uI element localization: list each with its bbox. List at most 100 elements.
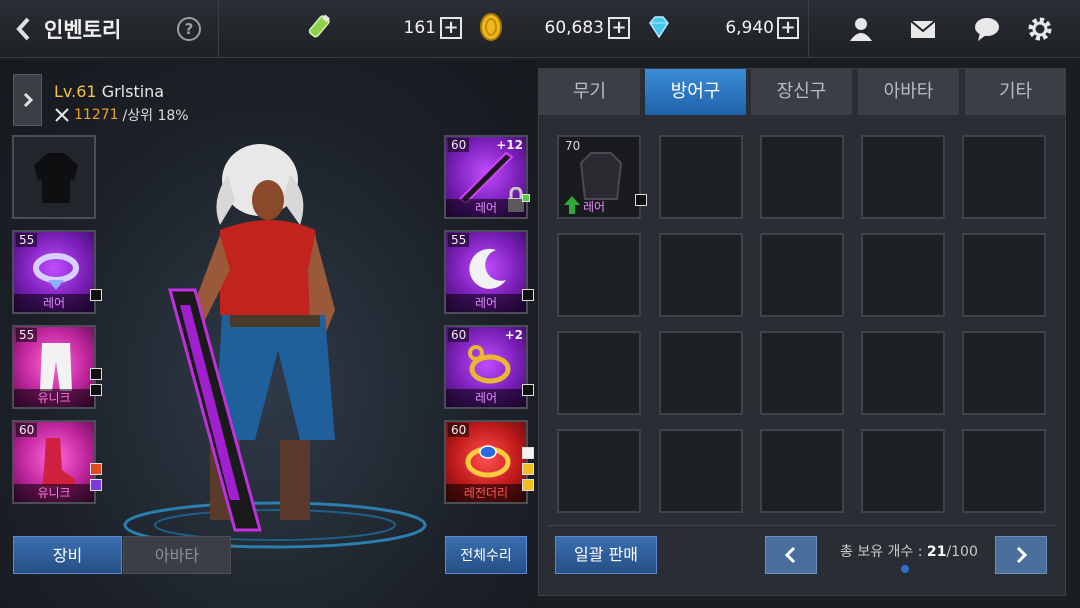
item-rarity: 유니크 bbox=[14, 389, 94, 407]
inventory-slot-empty[interactable] bbox=[760, 135, 844, 219]
settings-gear-icon[interactable] bbox=[1026, 15, 1054, 43]
boots-slot[interactable]: 60 유니크 bbox=[12, 420, 96, 504]
item-level: 60 bbox=[448, 423, 470, 437]
socket-yellow-gem bbox=[522, 463, 534, 475]
gold-value: 60,683 bbox=[544, 18, 604, 38]
inventory-slot-empty[interactable] bbox=[557, 429, 641, 513]
character-info-button[interactable] bbox=[13, 74, 42, 126]
inventory-slot-empty[interactable] bbox=[557, 233, 641, 317]
character-level: Lv.61 bbox=[54, 82, 97, 101]
item-rarity: 레어 bbox=[446, 199, 526, 217]
stamina-potion-icon bbox=[308, 14, 330, 38]
inventory-slot-empty[interactable] bbox=[962, 135, 1046, 219]
inventory-item[interactable]: 70 레어 bbox=[557, 135, 641, 219]
character-model bbox=[123, 144, 427, 549]
inventory-slot-empty[interactable] bbox=[659, 429, 743, 513]
necklace-slot[interactable]: 55 레어 bbox=[12, 230, 96, 314]
ring-slot[interactable]: 60 +2 레어 bbox=[444, 325, 528, 409]
add-stamina-button[interactable]: + bbox=[440, 17, 462, 39]
equip-tab[interactable]: 장비 bbox=[13, 536, 122, 574]
gold-coin-icon bbox=[480, 13, 502, 41]
inventory-slot-empty[interactable] bbox=[659, 135, 743, 219]
character-level-name: Lv.61 Grlstina bbox=[54, 82, 164, 101]
prev-page-button[interactable] bbox=[765, 536, 817, 574]
jeweled-ring-icon bbox=[465, 445, 511, 478]
item-rarity: 레어 bbox=[446, 294, 526, 312]
weapon-slot[interactable]: 60 +12 레어 bbox=[444, 135, 528, 219]
page-indicator-dot bbox=[901, 565, 909, 573]
tab-etc[interactable]: 기타 bbox=[965, 69, 1066, 115]
tab-armor[interactable]: 방어구 bbox=[645, 69, 746, 115]
item-level: 55 bbox=[16, 328, 38, 342]
add-diamond-button[interactable]: + bbox=[777, 17, 799, 39]
pants-icon bbox=[40, 343, 72, 391]
chevron-right-icon bbox=[23, 92, 33, 108]
inventory-slot-empty[interactable] bbox=[962, 331, 1046, 415]
inventory-slot-empty[interactable] bbox=[659, 331, 743, 415]
crescent-earring-icon bbox=[469, 248, 506, 289]
inventory-slot-empty[interactable] bbox=[861, 135, 945, 219]
divider bbox=[808, 0, 809, 58]
item-count-total: /100 bbox=[946, 544, 978, 560]
item-level: 55 bbox=[16, 233, 38, 247]
stamina-value: 161 bbox=[403, 18, 436, 38]
repair-all-button[interactable]: 전체수리 bbox=[445, 536, 527, 574]
item-level: 55 bbox=[448, 233, 470, 247]
mail-icon[interactable] bbox=[909, 15, 937, 43]
socket-empty bbox=[90, 384, 102, 396]
inventory-slot-empty[interactable] bbox=[962, 233, 1046, 317]
chevron-left-icon bbox=[16, 17, 30, 41]
inventory-slot-empty[interactable] bbox=[659, 233, 743, 317]
item-rarity: 유니크 bbox=[14, 484, 94, 502]
character-name: Grlstina bbox=[101, 82, 165, 101]
socket-empty bbox=[635, 194, 647, 206]
tab-avatar[interactable]: 아바타 bbox=[858, 69, 959, 115]
pants-slot[interactable]: 55 유니크 bbox=[12, 325, 96, 409]
item-count-current: 21 bbox=[926, 544, 947, 560]
inventory-slot-empty[interactable] bbox=[557, 331, 641, 415]
gold-ring-icon bbox=[468, 345, 511, 384]
back-button[interactable] bbox=[14, 14, 38, 44]
friends-icon[interactable] bbox=[847, 15, 875, 43]
socket-red-gem bbox=[90, 463, 102, 475]
avatar-tab[interactable]: 아바타 bbox=[123, 536, 231, 574]
combat-power-value: 11271 bbox=[74, 107, 119, 123]
divider bbox=[548, 525, 1056, 526]
bulk-sell-button[interactable]: 일괄 판매 bbox=[555, 536, 657, 574]
earring-slot[interactable]: 55 레어 bbox=[444, 230, 528, 314]
item-rarity: 레어 bbox=[446, 389, 526, 407]
choker-icon bbox=[33, 253, 79, 290]
divider bbox=[218, 0, 219, 58]
socket-green-gem bbox=[522, 194, 530, 202]
chat-icon[interactable] bbox=[973, 15, 1001, 43]
socket-yellow-gem bbox=[522, 479, 534, 491]
item-count: 총 보유 개수 : 21/100 bbox=[840, 541, 978, 561]
next-page-button[interactable] bbox=[995, 536, 1047, 574]
add-gold-button[interactable]: + bbox=[608, 17, 630, 39]
socket-empty bbox=[90, 368, 102, 380]
chevron-right-icon bbox=[1016, 546, 1028, 564]
item-rarity: 레어 bbox=[583, 200, 606, 214]
rank-text: /상위 18% bbox=[122, 108, 189, 124]
inventory-slot-empty[interactable] bbox=[760, 331, 844, 415]
top-bar: 인벤토리 ? 161 + 60,683 + 6,940 + bbox=[0, 0, 1080, 58]
legendary-ring-slot[interactable]: 60 레전더리 bbox=[444, 420, 528, 504]
help-button[interactable]: ? bbox=[177, 17, 201, 41]
tab-accessory[interactable]: 장신구 bbox=[751, 69, 852, 115]
inventory-slot-empty[interactable] bbox=[861, 331, 945, 415]
item-level: 60 bbox=[448, 328, 470, 342]
item-enhance: +2 bbox=[504, 328, 523, 342]
inventory-slot-empty[interactable] bbox=[861, 233, 945, 317]
inventory-slot-empty[interactable] bbox=[962, 429, 1046, 513]
diamond-value: 6,940 bbox=[725, 18, 774, 38]
socket-empty bbox=[90, 289, 102, 301]
top-armor-slot[interactable] bbox=[12, 135, 96, 219]
inventory-slot-empty[interactable] bbox=[760, 233, 844, 317]
inventory-slot-empty[interactable] bbox=[760, 429, 844, 513]
inventory-slot-empty[interactable] bbox=[861, 429, 945, 513]
boot-icon bbox=[42, 438, 76, 486]
tab-weapon[interactable]: 무기 bbox=[539, 69, 640, 115]
item-level: 60 bbox=[16, 423, 38, 437]
shirt-silhouette-icon bbox=[34, 153, 78, 203]
socket-empty bbox=[522, 289, 534, 301]
